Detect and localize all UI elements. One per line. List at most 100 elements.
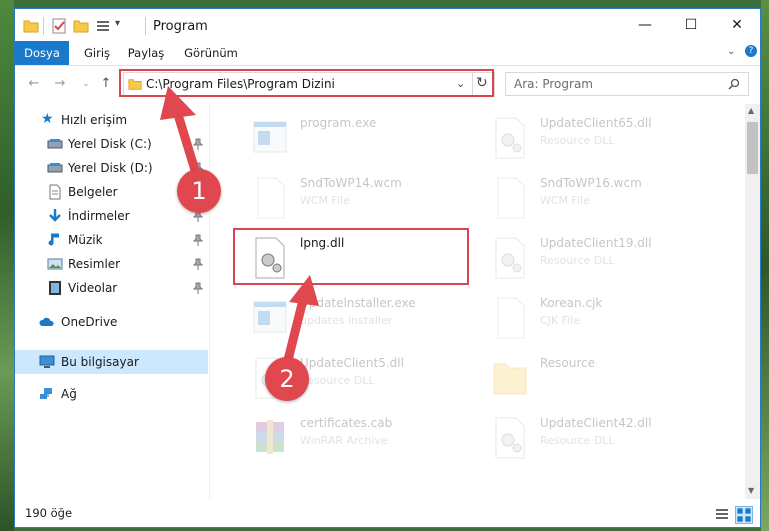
scroll-up-icon[interactable]: ▲ bbox=[748, 106, 754, 115]
title-bar: ▾ Program — ☐ ✕ bbox=[15, 9, 760, 41]
computer-icon bbox=[39, 355, 55, 368]
close-icon: ✕ bbox=[731, 17, 743, 33]
file-type: Resource DLL bbox=[540, 134, 615, 147]
desktop-background-right bbox=[761, 0, 769, 531]
folder-icon bbox=[490, 356, 530, 400]
sidebar-item-label: İndirmeler bbox=[68, 209, 130, 223]
separator bbox=[43, 17, 44, 35]
file-type: WinRAR Archive bbox=[300, 434, 388, 447]
minimize-button[interactable]: — bbox=[622, 9, 668, 41]
file-item[interactable]: Resource bbox=[480, 350, 710, 406]
file-type: WCM File bbox=[300, 194, 350, 207]
step-two-badge: 2 bbox=[265, 357, 309, 401]
file-icon bbox=[250, 176, 290, 220]
search-box[interactable]: Ara: Program bbox=[505, 72, 749, 96]
chevron-down-icon[interactable]: ⌄ bbox=[727, 46, 735, 57]
sidebar-item-i-ndirmeler[interactable]: İndirmeler bbox=[15, 204, 208, 228]
sidebar-item-this-pc[interactable]: Bu bilgisayar bbox=[15, 350, 208, 374]
application-icon bbox=[250, 296, 290, 340]
sidebar-item-network[interactable]: Ağ bbox=[15, 382, 208, 406]
file-type: WCM File bbox=[540, 194, 590, 207]
new-folder-icon[interactable] bbox=[73, 18, 89, 34]
file-item[interactable]: UpdateClient19.dll Resource DLL bbox=[480, 230, 710, 286]
file-type: Resource DLL bbox=[300, 374, 375, 387]
file-item[interactable]: Updatelnstaller.exe updates installer bbox=[240, 290, 470, 346]
step-one-badge: 1 bbox=[177, 169, 221, 213]
music-icon bbox=[47, 232, 63, 248]
search-icon bbox=[728, 78, 740, 90]
navigation-pane: ★ Hızlı erişim Yerel Disk (C:) Yerel Disk… bbox=[15, 104, 208, 494]
properties-icon[interactable] bbox=[51, 18, 67, 34]
cloud-icon bbox=[39, 317, 54, 326]
file-item[interactable]: UpdateClient42.dll Resource DLL bbox=[480, 410, 710, 466]
tab-share[interactable]: Paylaş bbox=[123, 41, 169, 65]
file-type: Resource DLL bbox=[540, 254, 615, 267]
back-icon[interactable]: ← bbox=[25, 75, 43, 93]
downloads-icon bbox=[47, 208, 63, 224]
search-placeholder: Ara: Program bbox=[514, 77, 593, 91]
tab-file[interactable]: Dosya bbox=[15, 41, 69, 65]
sidebar-item-label: Ağ bbox=[61, 387, 77, 401]
forward-icon[interactable]: → bbox=[51, 75, 69, 93]
details-view-icon[interactable] bbox=[716, 508, 728, 520]
file-item[interactable]: Korean.cjk CJK File bbox=[480, 290, 710, 346]
folder-icon bbox=[23, 20, 39, 33]
item-count: 190 öğe bbox=[25, 506, 73, 520]
file-item[interactable]: UpdateClient65.dll Resource DLL bbox=[480, 110, 710, 166]
desktop-background-left bbox=[0, 0, 14, 531]
sidebar-item-onedrive[interactable]: OneDrive bbox=[15, 310, 208, 334]
address-bar-highlight bbox=[119, 69, 494, 97]
file-item[interactable]: SndToWP14.wcm WCM File bbox=[240, 170, 470, 226]
file-name: UpdateClient19.dll bbox=[540, 236, 652, 250]
star-icon: ★ bbox=[41, 111, 54, 127]
help-icon[interactable]: ? bbox=[745, 45, 757, 57]
large-icons-view-icon[interactable] bbox=[735, 506, 753, 524]
tab-home[interactable]: Giriş bbox=[77, 41, 117, 65]
sidebar-item-videolar[interactable]: Videolar bbox=[15, 276, 208, 300]
tab-view[interactable]: Görünüm bbox=[181, 41, 241, 65]
file-name: SndToWP16.wcm bbox=[540, 176, 642, 190]
customize-icon[interactable] bbox=[95, 18, 111, 34]
pictures-icon bbox=[47, 256, 63, 272]
scrollbar-thumb[interactable] bbox=[747, 122, 758, 174]
file-name: SndToWP14.wcm bbox=[300, 176, 402, 190]
pin-icon[interactable] bbox=[192, 138, 204, 150]
maximize-button[interactable]: ☐ bbox=[668, 9, 714, 41]
dll-file-icon bbox=[490, 116, 530, 160]
vertical-scrollbar[interactable]: ▲ ▼ bbox=[745, 104, 760, 499]
sidebar-item-m-zik[interactable]: Müzik bbox=[15, 228, 208, 252]
chevron-down-icon[interactable]: ▾ bbox=[115, 18, 120, 29]
pin-icon[interactable] bbox=[192, 282, 204, 294]
file-item[interactable]: program.exe bbox=[240, 110, 470, 166]
scroll-down-icon[interactable]: ▼ bbox=[748, 486, 754, 495]
window-title: Program bbox=[153, 19, 208, 34]
pin-icon[interactable] bbox=[192, 258, 204, 270]
recent-locations-icon[interactable]: ⌄ bbox=[77, 75, 95, 93]
file-name: program.exe bbox=[300, 116, 377, 130]
file-name: certificates.cab bbox=[300, 416, 393, 430]
sidebar-item-yerel-disk-d[interactable]: Yerel Disk (D:) bbox=[15, 156, 208, 180]
close-button[interactable]: ✕ bbox=[714, 9, 760, 41]
up-icon[interactable]: ↑ bbox=[97, 75, 115, 93]
application-icon bbox=[250, 116, 290, 160]
sidebar-item-label: Yerel Disk (C:) bbox=[68, 137, 152, 151]
sidebar-item-resimler[interactable]: Resimler bbox=[15, 252, 208, 276]
drive-icon bbox=[47, 136, 63, 152]
maximize-icon: ☐ bbox=[684, 17, 698, 33]
file-name: UpdateClient65.dll bbox=[540, 116, 652, 130]
dll-file-icon bbox=[490, 236, 530, 280]
sidebar-item-label: Hızlı erişim bbox=[61, 113, 128, 127]
file-icon bbox=[490, 296, 530, 340]
file-item[interactable]: SndToWP16.wcm WCM File bbox=[480, 170, 710, 226]
minimize-icon: — bbox=[638, 17, 652, 33]
file-type: CJK File bbox=[540, 314, 581, 327]
sidebar-item-quick-access[interactable]: ★ Hızlı erişim bbox=[15, 108, 208, 132]
sidebar-item-yerel-disk-c[interactable]: Yerel Disk (C:) bbox=[15, 132, 208, 156]
file-list: program.exe SndToWP14.wcm WCM File lpng.dll… bbox=[210, 104, 745, 499]
archive-icon bbox=[250, 416, 290, 460]
pin-icon[interactable] bbox=[192, 234, 204, 246]
sidebar-item-label: Videolar bbox=[68, 281, 118, 295]
file-item[interactable]: certificates.cab WinRAR Archive bbox=[240, 410, 470, 466]
sidebar-item-label: Bu bilgisayar bbox=[61, 355, 139, 369]
drive-icon bbox=[47, 160, 63, 176]
